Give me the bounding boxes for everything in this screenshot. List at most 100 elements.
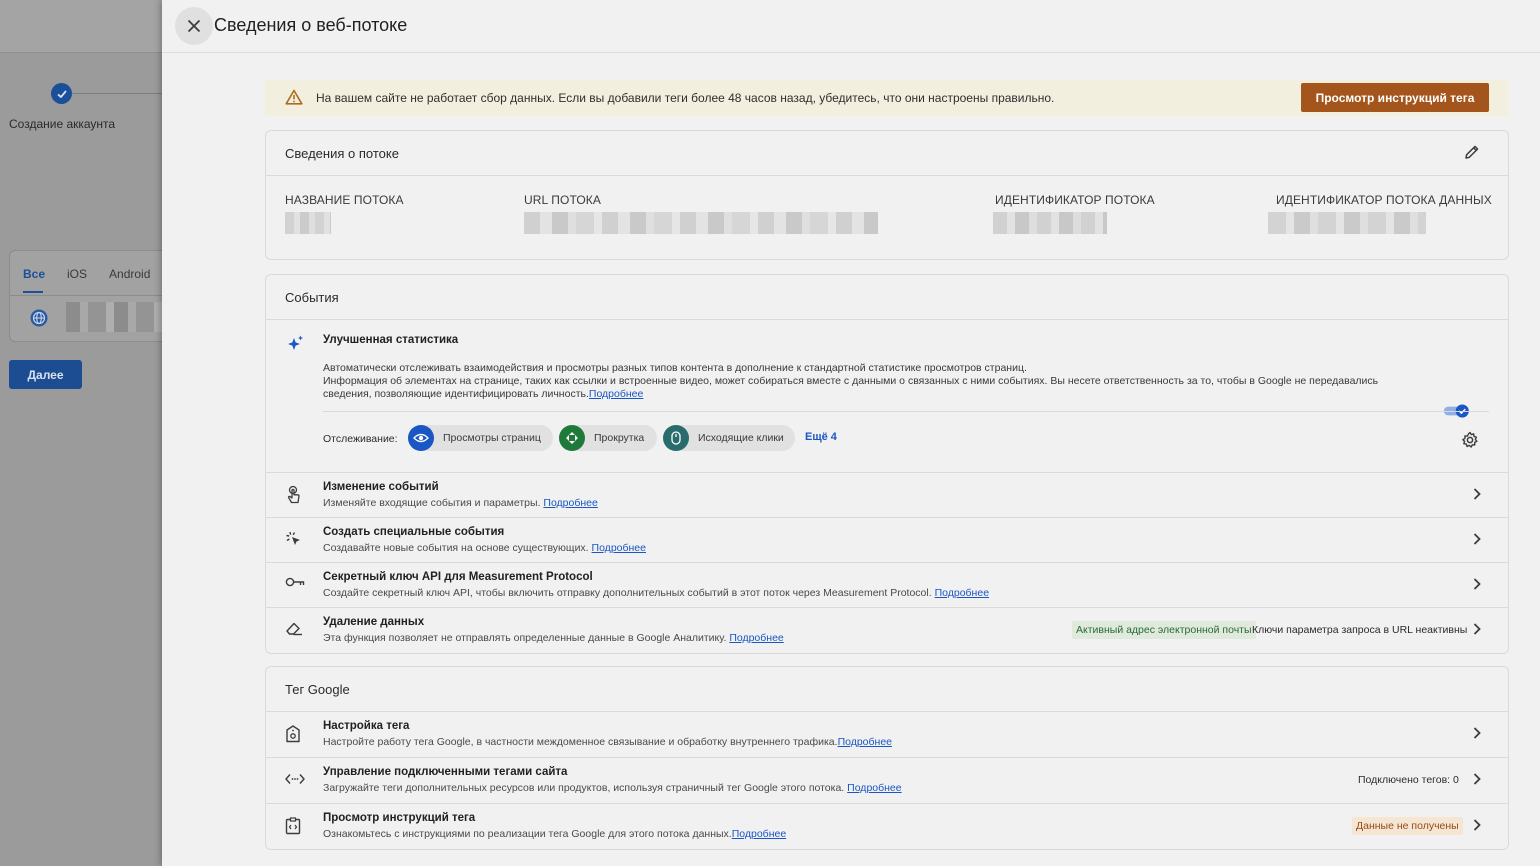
- next-button[interactable]: Далее: [9, 360, 82, 389]
- configure-tag-desc: Настройте работу тега Google, в частност…: [323, 736, 892, 748]
- create-events-title: Создать специальные события: [323, 526, 505, 538]
- measurement-id-label: ИДЕНТИФИКАТОР ПОТОКА ДАННЫХ: [1276, 193, 1492, 207]
- data-redaction-learn-more[interactable]: Подробнее: [729, 632, 783, 644]
- chip-scroll[interactable]: Прокрутка: [559, 425, 657, 451]
- modify-events-row[interactable]: Изменение событий Изменяйте входящие соб…: [266, 472, 1508, 517]
- more-events-link[interactable]: Ещё 4: [805, 431, 837, 443]
- connected-tags-count: Подключено тегов: 0: [1358, 774, 1459, 786]
- enhanced-measurement-section: Улучшенная статистика Автоматически отсл…: [266, 320, 1508, 472]
- step-complete-icon: [51, 83, 72, 104]
- stream-details-title: Сведения о потоке: [285, 146, 399, 161]
- manage-tags-title: Управление подключенными тегами сайта: [323, 766, 568, 778]
- key-icon: [285, 577, 305, 587]
- eye-icon: [408, 425, 434, 451]
- sparkle-icon: [288, 335, 303, 350]
- panel-header: Сведения о веб-потоке: [162, 0, 1540, 53]
- manage-tags-desc: Загружайте теги дополнительных ресурсов …: [323, 782, 902, 794]
- data-redaction-desc: Эта функция позволяет не отправлять опре…: [323, 632, 784, 644]
- enhanced-measurement-title: Улучшенная статистика: [323, 334, 459, 346]
- measurement-protocol-row[interactable]: Секретный ключ API для Measurement Proto…: [266, 562, 1508, 607]
- manage-connected-tags-row[interactable]: Управление подключенными тегами сайта За…: [266, 757, 1508, 803]
- api-secret-learn-more[interactable]: Подробнее: [935, 587, 989, 599]
- events-header: События: [266, 275, 1508, 320]
- stream-name-label: НАЗВАНИЕ ПОТОКА: [285, 193, 404, 207]
- cursor-click-icon: [286, 531, 300, 545]
- modify-events-desc: Изменяйте входящие события и параметры. …: [323, 497, 598, 509]
- data-redaction-title: Удаление данных: [323, 616, 425, 628]
- redacted-stream-name: [285, 212, 331, 234]
- view-instructions-learn-more[interactable]: Подробнее: [732, 828, 786, 840]
- card-divider: [9, 295, 169, 296]
- create-custom-events-row[interactable]: Создать специальные события Создавайте н…: [266, 517, 1508, 562]
- redacted-stream-url: [524, 212, 878, 234]
- chip-page-views[interactable]: Просмотры страниц: [408, 425, 553, 451]
- events-card: События Улучшенная статистика Автоматиче…: [265, 274, 1509, 654]
- enhanced-line-1: Автоматически отслеживать взаимодействия…: [323, 362, 1027, 374]
- tab-android[interactable]: Android: [109, 267, 150, 281]
- manage-tags-learn-more[interactable]: Подробнее: [847, 782, 901, 794]
- chip-page-views-label: Просмотры страниц: [443, 432, 541, 444]
- instructions-icon: [285, 817, 301, 835]
- tab-all[interactable]: Все: [23, 267, 45, 281]
- status-badge-url-params-inactive: Ключи параметра запроса в URL неактивны: [1252, 624, 1468, 636]
- view-instructions-desc-text: Ознакомьтесь с инструкциями по реализаци…: [323, 828, 732, 840]
- edit-pencil-icon[interactable]: [1464, 144, 1480, 160]
- modify-events-title: Изменение событий: [323, 481, 439, 493]
- stream-id-label: ИДЕНТИФИКАТОР ПОТОКА: [995, 193, 1155, 207]
- chip-outbound-clicks-label: Исходящие клики: [698, 432, 784, 444]
- chevron-right-icon: [1473, 819, 1481, 831]
- api-secret-title: Секретный ключ API для Measurement Proto…: [323, 571, 593, 583]
- api-secret-desc: Создайте секретный ключ API, чтобы включ…: [323, 587, 989, 599]
- configure-tag-desc-text: Настройте работу тега Google, в частност…: [323, 736, 838, 748]
- gear-icon[interactable]: [1461, 431, 1479, 449]
- tag-settings-icon: [286, 725, 300, 743]
- configure-tag-learn-more[interactable]: Подробнее: [838, 736, 892, 748]
- chevron-right-icon: [1473, 727, 1481, 739]
- modify-events-desc-text: Изменяйте входящие события и параметры.: [323, 497, 541, 509]
- view-instructions-title: Просмотр инструкций тега: [323, 812, 476, 824]
- view-tag-instructions-button[interactable]: Просмотр инструкций тега: [1301, 83, 1489, 112]
- configure-tag-row[interactable]: Настройка тега Настройте работу тега Goo…: [266, 712, 1508, 757]
- chevron-right-icon: [1473, 623, 1481, 635]
- platform-tabs: Все iOS Android: [23, 267, 150, 281]
- chevron-right-icon: [1473, 533, 1481, 545]
- warning-banner: На вашем сайте не работает сбор данных. …: [265, 80, 1508, 116]
- status-badge-email-active: Активный адрес электронной почты: [1072, 621, 1256, 639]
- page-title: Сведения о веб-потоке: [214, 15, 408, 35]
- close-button[interactable]: [175, 7, 213, 45]
- tab-ios[interactable]: iOS: [67, 267, 87, 281]
- view-tag-instructions-row[interactable]: Просмотр инструкций тега Ознакомьтесь с …: [266, 803, 1508, 849]
- create-events-learn-more[interactable]: Подробнее: [592, 542, 646, 554]
- redacted-measurement-id: [1268, 212, 1426, 234]
- chevron-right-icon: [1473, 773, 1481, 785]
- scroll-icon: [559, 425, 585, 451]
- data-redaction-desc-text: Эта функция позволяет не отправлять опре…: [323, 632, 727, 644]
- chevron-right-icon: [1473, 488, 1481, 500]
- data-redaction-row[interactable]: Удаление данных Эта функция позволяет не…: [266, 607, 1508, 653]
- mouse-icon: [663, 425, 689, 451]
- api-secret-desc-text: Создайте секретный ключ API, чтобы включ…: [323, 587, 932, 599]
- touch-icon: [287, 485, 300, 504]
- eraser-icon: [286, 622, 302, 636]
- enhanced-separator: [323, 411, 1489, 412]
- stream-details-header: Сведения о потоке: [266, 131, 1508, 176]
- tracking-label: Отслеживание:: [323, 433, 398, 445]
- create-events-desc: Создавайте новые события на основе сущес…: [323, 542, 646, 554]
- chip-outbound-clicks[interactable]: Исходящие клики: [663, 425, 795, 451]
- status-badge-no-data: Данные не получены: [1352, 817, 1463, 835]
- stream-details-card: Сведения о потоке НАЗВАНИЕ ПОТОКА URL ПО…: [265, 130, 1509, 260]
- close-icon: [187, 19, 201, 33]
- modify-events-learn-more[interactable]: Подробнее: [543, 497, 597, 509]
- chevron-right-icon: [1473, 578, 1481, 590]
- events-title: События: [285, 290, 339, 305]
- globe-icon: [30, 309, 48, 327]
- stepper-line: [72, 93, 172, 94]
- enhanced-measurement-description: Автоматически отслеживать взаимодействия…: [323, 362, 1418, 401]
- code-icon: [285, 774, 305, 784]
- warning-icon: [285, 89, 303, 105]
- stream-columns: НАЗВАНИЕ ПОТОКА URL ПОТОКА ИДЕНТИФИКАТОР…: [266, 176, 1508, 259]
- view-instructions-desc: Ознакомьтесь с инструкциями по реализаци…: [323, 828, 786, 840]
- redacted-stream: [66, 302, 162, 332]
- enhanced-learn-more-link[interactable]: Подробнее: [589, 388, 643, 400]
- step-label: Создание аккаунта: [9, 117, 116, 131]
